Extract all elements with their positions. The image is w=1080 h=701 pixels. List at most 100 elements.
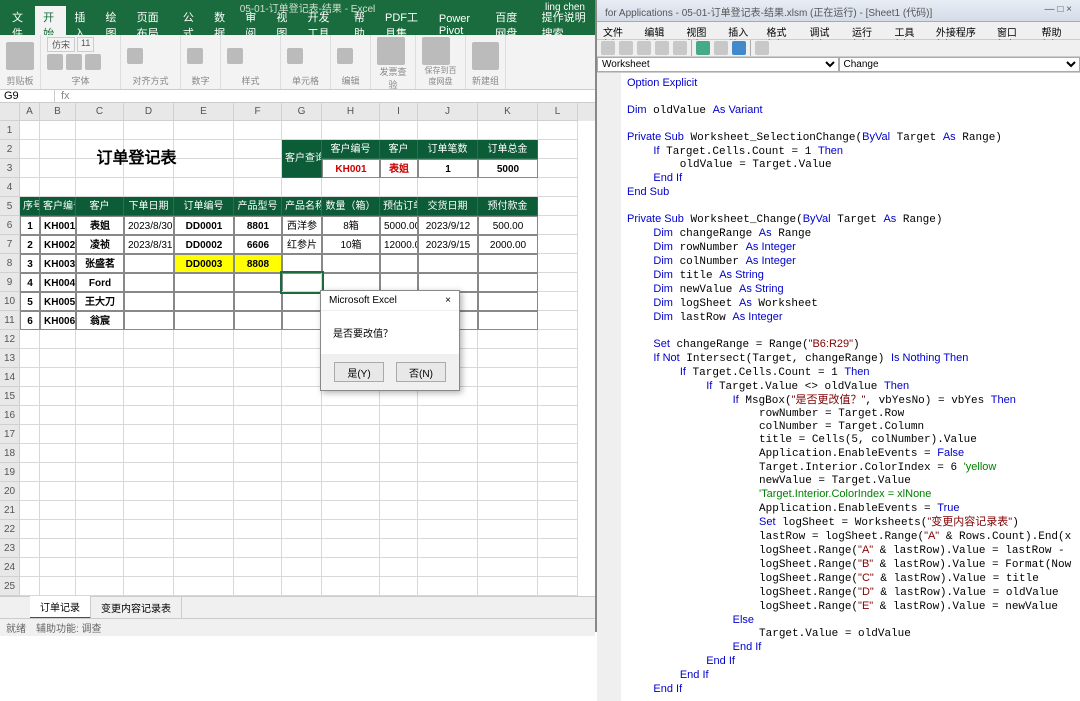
cell[interactable]: 1 xyxy=(20,216,40,235)
cell[interactable] xyxy=(234,444,282,463)
row-header[interactable]: 3 xyxy=(0,159,20,178)
underline-icon[interactable] xyxy=(85,54,101,70)
cell[interactable]: 预付款金 xyxy=(478,197,538,216)
cell[interactable]: 8801 xyxy=(234,216,282,235)
cell[interactable] xyxy=(40,444,76,463)
cell[interactable] xyxy=(20,482,40,501)
cell[interactable] xyxy=(538,159,578,178)
cell[interactable]: KH004 xyxy=(40,273,76,292)
name-box[interactable]: G9 xyxy=(0,90,55,102)
cell[interactable] xyxy=(234,349,282,368)
cell[interactable] xyxy=(478,349,538,368)
cell[interactable] xyxy=(418,482,478,501)
sheet-tab-changelog[interactable]: 变更内容记录表 xyxy=(91,597,182,618)
cell[interactable] xyxy=(234,121,282,140)
cell[interactable] xyxy=(124,406,174,425)
cell[interactable] xyxy=(282,178,322,197)
cell[interactable] xyxy=(76,577,124,596)
cell[interactable]: KH003 xyxy=(40,254,76,273)
cell[interactable] xyxy=(478,539,538,558)
cell[interactable] xyxy=(538,406,578,425)
cell[interactable] xyxy=(478,178,538,197)
cell[interactable] xyxy=(40,121,76,140)
cell[interactable] xyxy=(478,330,538,349)
cell[interactable] xyxy=(282,254,322,273)
cell[interactable]: 表姐 xyxy=(380,159,418,178)
cell[interactable] xyxy=(418,121,478,140)
row-header[interactable]: 10 xyxy=(0,292,20,311)
object-dropdown[interactable]: Worksheet xyxy=(597,57,839,72)
row-header[interactable]: 13 xyxy=(0,349,20,368)
cell[interactable] xyxy=(282,273,322,292)
row-header[interactable]: 7 xyxy=(0,235,20,254)
row-header[interactable]: 6 xyxy=(0,216,20,235)
cell[interactable] xyxy=(478,387,538,406)
cell[interactable] xyxy=(174,539,234,558)
cell[interactable] xyxy=(124,368,174,387)
cell[interactable] xyxy=(124,463,174,482)
row-header[interactable]: 19 xyxy=(0,463,20,482)
cell[interactable]: 2023/8/30 xyxy=(124,216,174,235)
row-header[interactable]: 16 xyxy=(0,406,20,425)
row-header[interactable]: 12 xyxy=(0,330,20,349)
cell[interactable] xyxy=(282,520,322,539)
row-header[interactable]: 4 xyxy=(0,178,20,197)
cell[interactable] xyxy=(478,577,538,596)
cell[interactable] xyxy=(234,577,282,596)
cell[interactable] xyxy=(174,406,234,425)
cell[interactable]: 王大刀 xyxy=(76,292,124,311)
vba-copy-icon[interactable] xyxy=(655,41,669,55)
cell[interactable] xyxy=(322,539,380,558)
cell[interactable]: 2023/9/15 xyxy=(418,235,478,254)
cell[interactable] xyxy=(174,577,234,596)
cell[interactable] xyxy=(76,444,124,463)
cell[interactable] xyxy=(234,406,282,425)
cell[interactable] xyxy=(20,425,40,444)
cell[interactable] xyxy=(174,387,234,406)
cell[interactable]: 表姐 xyxy=(76,216,124,235)
align-icon[interactable] xyxy=(127,48,143,64)
vba-design-icon[interactable] xyxy=(755,41,769,55)
cell[interactable] xyxy=(478,292,538,311)
cell[interactable] xyxy=(124,273,174,292)
col-header[interactable]: J xyxy=(418,103,478,121)
cell[interactable] xyxy=(380,444,418,463)
cell[interactable] xyxy=(418,501,478,520)
cell[interactable] xyxy=(76,349,124,368)
cell[interactable] xyxy=(418,463,478,482)
cell[interactable] xyxy=(124,520,174,539)
font-name-box[interactable]: 仿宋 xyxy=(47,37,75,52)
cell[interactable] xyxy=(380,254,418,273)
cell[interactable] xyxy=(20,406,40,425)
cell[interactable] xyxy=(174,482,234,501)
row-header[interactable]: 25 xyxy=(0,577,20,596)
cell[interactable] xyxy=(380,425,418,444)
vba-break-icon[interactable] xyxy=(714,41,728,55)
cell[interactable] xyxy=(282,425,322,444)
number-icon[interactable] xyxy=(187,48,203,64)
cell[interactable] xyxy=(418,406,478,425)
paste-icon[interactable] xyxy=(6,42,34,70)
menu-view[interactable]: 视图(V) xyxy=(686,24,718,37)
cell[interactable] xyxy=(124,178,174,197)
cell[interactable] xyxy=(124,311,174,330)
cell[interactable] xyxy=(174,121,234,140)
baidu-save-icon[interactable] xyxy=(422,37,450,65)
row-header[interactable]: 24 xyxy=(0,558,20,577)
cell[interactable] xyxy=(40,349,76,368)
cell[interactable] xyxy=(538,235,578,254)
cell[interactable] xyxy=(234,463,282,482)
cell[interactable] xyxy=(478,558,538,577)
cell[interactable] xyxy=(20,463,40,482)
cell[interactable] xyxy=(478,368,538,387)
menu-debug[interactable]: 调试(D) xyxy=(810,24,842,37)
cell[interactable] xyxy=(40,482,76,501)
cell[interactable]: 4 xyxy=(20,273,40,292)
cell[interactable] xyxy=(124,349,174,368)
cell[interactable] xyxy=(20,577,40,596)
cell[interactable] xyxy=(538,577,578,596)
cell[interactable] xyxy=(380,178,418,197)
cells-container[interactable]: 订单登记表客户查询客户编号KH001客户表姐订单笔数1订单总金5000序号客户编… xyxy=(20,121,595,596)
font-size-box[interactable]: 11 xyxy=(77,37,94,52)
cell[interactable] xyxy=(418,254,478,273)
